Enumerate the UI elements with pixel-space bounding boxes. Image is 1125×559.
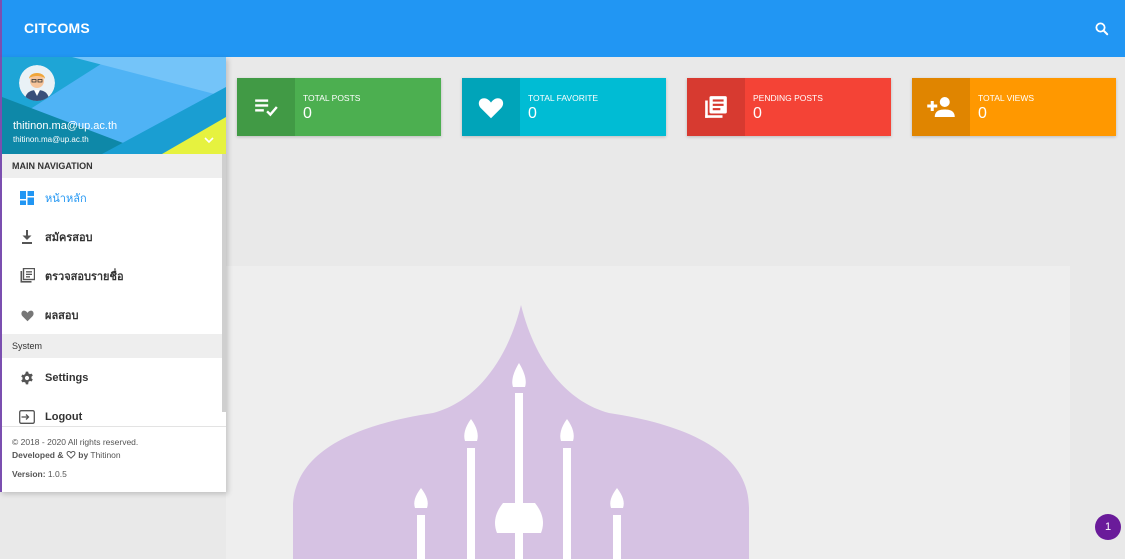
- stat-title: TOTAL POSTS: [303, 93, 361, 103]
- stat-value: 0: [753, 105, 762, 122]
- copyright-text: © 2018 - 2020 All rights reserved.: [12, 437, 139, 447]
- sidebar-item-apply-exam[interactable]: สมัครสอบ: [2, 217, 226, 256]
- sidebar-scrollbar[interactable]: [222, 154, 226, 412]
- stat-value: 0: [978, 105, 987, 122]
- dashboard-icon: [19, 190, 35, 206]
- user-name: thitinon.ma@up.ac.th: [13, 120, 118, 132]
- sidebar-item-check-names[interactable]: ตรวจสอบรายชื่อ: [2, 256, 226, 295]
- user-info-panel: thitinon.ma@up.ac.th thitinon.ma@up.ac.t…: [2, 57, 226, 154]
- sidebar-footer: © 2018 - 2020 All rights reserved. Devel…: [2, 426, 226, 490]
- chevron-down-icon[interactable]: [203, 135, 215, 145]
- sidebar-item-label: หน้าหลัก: [45, 192, 87, 205]
- stat-title: TOTAL FAVORITE: [528, 93, 599, 103]
- stat-title: PENDING POSTS: [753, 93, 823, 103]
- sidebar-item-home[interactable]: หน้าหลัก: [2, 178, 226, 217]
- main-navigation-header: MAIN NAVIGATION: [2, 154, 226, 178]
- notification-badge[interactable]: 1: [1095, 514, 1121, 540]
- stat-title: TOTAL VIEWS: [978, 93, 1035, 103]
- person-add-icon: [912, 78, 970, 136]
- download-icon: [19, 229, 35, 245]
- developed-by-word: by: [78, 450, 89, 460]
- system-header: System: [2, 334, 226, 358]
- info-box-total-views[interactable]: TOTAL VIEWS 0: [912, 78, 1116, 136]
- playlist-check-icon: [237, 78, 295, 136]
- info-box-total-posts[interactable]: TOTAL POSTS 0: [237, 78, 441, 136]
- developer-name: Thitinon: [90, 450, 121, 460]
- sidebar-item-label: Logout: [45, 410, 83, 423]
- sidebar-item-label: ผลสอบ: [45, 309, 79, 322]
- version-value: 1.0.5: [47, 469, 67, 479]
- avatar[interactable]: [19, 65, 55, 101]
- sidebar-item-label: สมัครสอบ: [45, 231, 93, 244]
- version-line: Version: 1.0.5: [12, 468, 216, 481]
- info-box-pending-posts[interactable]: PENDING POSTS 0: [687, 78, 891, 136]
- developed-prefix: Developed &: [12, 450, 64, 460]
- stat-value: 0: [303, 105, 312, 122]
- top-app-bar: CITCOMS: [0, 0, 1125, 57]
- search-icon[interactable]: [1093, 20, 1111, 38]
- library-books-icon: [687, 78, 745, 136]
- heart-icon: [462, 78, 520, 136]
- info-box-total-favorite[interactable]: TOTAL FAVORITE 0: [462, 78, 666, 136]
- heart-icon: [19, 307, 35, 323]
- gear-icon: [19, 370, 35, 386]
- sidebar-item-exam-results[interactable]: ผลสอบ: [2, 295, 226, 334]
- university-logo-watermark: [293, 305, 749, 559]
- stat-value: 0: [528, 105, 537, 122]
- user-email: thitinon.ma@up.ac.th: [13, 135, 89, 144]
- logout-icon: [19, 409, 35, 425]
- developed-by-line: Developed & by Thitinon: [12, 449, 216, 462]
- list-icon: [19, 268, 35, 284]
- brand-title[interactable]: CITCOMS: [24, 20, 90, 36]
- version-label: Version:: [12, 469, 46, 479]
- sidebar: thitinon.ma@up.ac.th thitinon.ma@up.ac.t…: [0, 57, 226, 492]
- sidebar-item-label: Settings: [45, 371, 89, 384]
- sidebar-item-settings[interactable]: Settings: [2, 358, 226, 397]
- sidebar-item-label: ตรวจสอบรายชื่อ: [45, 270, 124, 283]
- heart-outline-icon: [66, 450, 76, 459]
